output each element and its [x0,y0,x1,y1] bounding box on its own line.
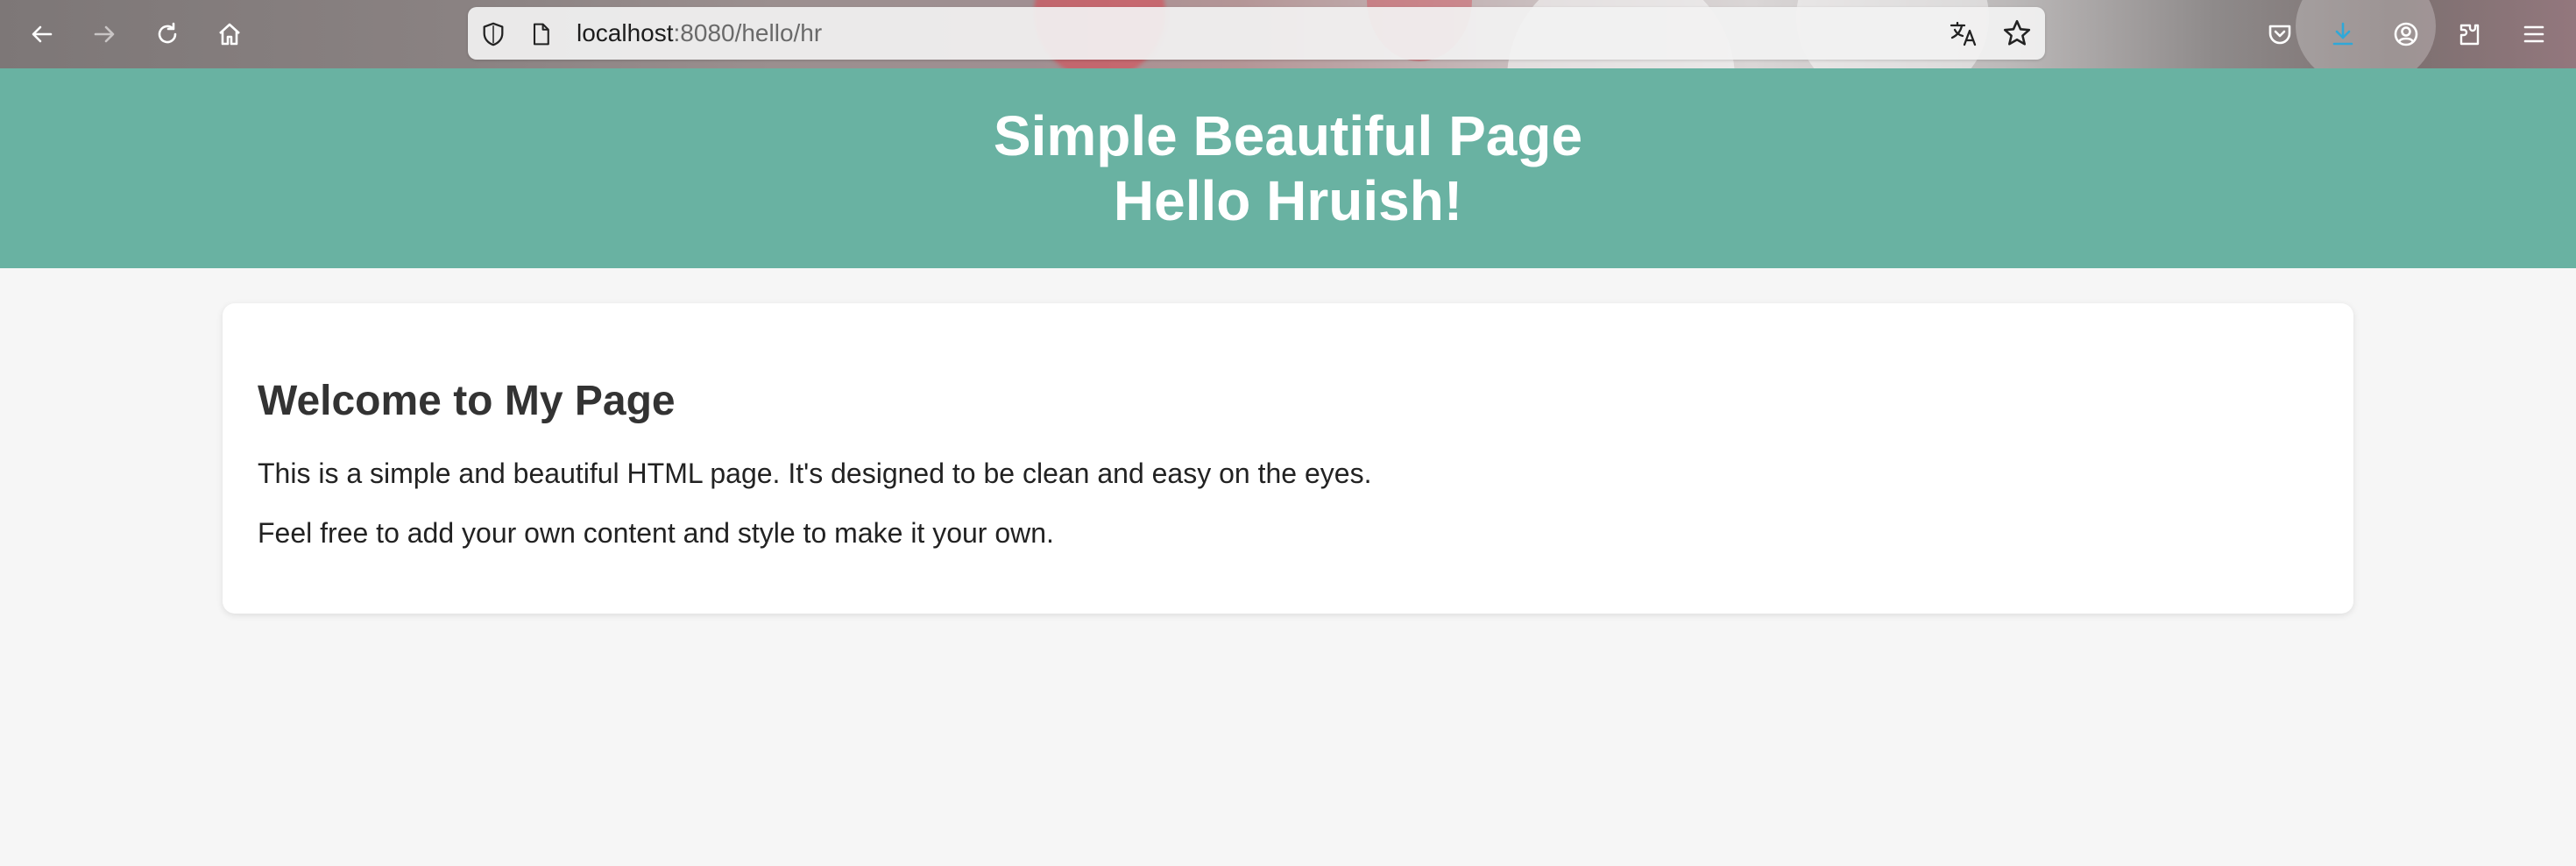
back-button[interactable] [23,15,61,53]
forward-button[interactable] [85,15,124,53]
pocket-icon [2268,25,2291,45]
page-header: Simple Beautiful Page Hello Hruish! [0,68,2576,268]
translate-icon[interactable] [1947,18,1982,49]
arrow-right-icon [94,25,115,43]
home-icon [219,23,240,46]
menu-button[interactable] [2515,15,2553,53]
page-icon[interactable] [527,19,554,49]
secondary-paragraph: Feel free to add your own content and st… [258,517,1054,549]
url-host: localhost [577,19,674,46]
url-path: :8080/hello/hr [673,19,823,46]
shield-icon[interactable] [478,19,508,49]
download-icon [2332,22,2353,46]
pocket-button[interactable] [2261,15,2299,53]
page-title: Simple Beautiful Page [993,104,1583,167]
reload-icon [158,22,177,44]
browser-toolbar: localhost:8080/hello/hr [0,0,2576,68]
account-button[interactable] [2387,15,2425,53]
puzzle-icon [2459,24,2480,46]
content-card: Welcome to My Page This is a simple and … [223,303,2353,614]
star-icon[interactable] [1999,18,2035,49]
section-heading: Welcome to My Page [258,378,676,424]
address-bar[interactable]: localhost:8080/hello/hr [468,7,2045,60]
home-button[interactable] [210,15,249,53]
extensions-button[interactable] [2450,15,2488,53]
intro-paragraph: This is a simple and beautiful HTML page… [258,458,1372,489]
arrow-left-icon [32,25,53,43]
reload-button[interactable] [148,15,187,53]
hamburger-menu-icon [2523,25,2544,43]
account-icon [2394,22,2418,46]
greeting-text: Hello Hruish! [1113,169,1463,232]
downloads-button[interactable] [2324,15,2362,53]
url-text[interactable]: localhost:8080/hello/hr [577,7,822,60]
